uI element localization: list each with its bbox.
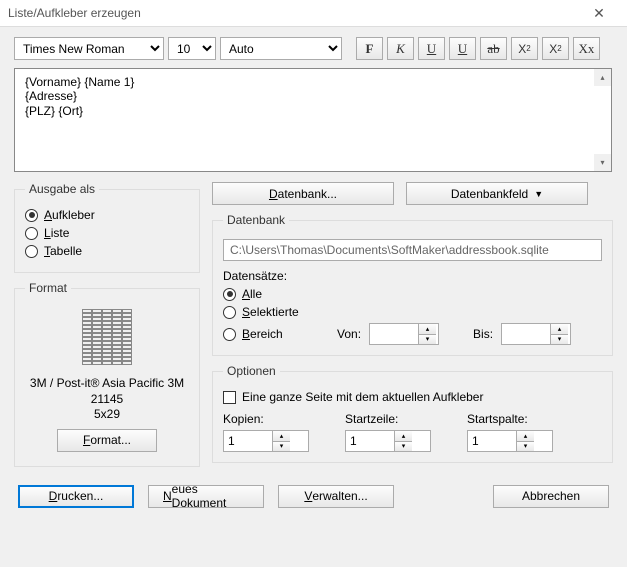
underline-button[interactable]: U [418,37,445,60]
options-group: Optionen Eine ganze Seite mit dem aktuel… [212,364,613,463]
copies-spinner[interactable]: ▴▾ [223,430,309,452]
checkbox-icon [223,391,236,404]
spin-down-icon[interactable]: ▾ [395,442,412,452]
close-icon[interactable]: ✕ [579,5,619,22]
startrow-input[interactable] [346,431,394,451]
radio-icon [25,227,38,240]
print-button[interactable]: Drucken... [18,485,134,508]
output-legend: Ausgabe als [25,182,99,196]
database-button[interactable]: Datenbank... [212,182,394,205]
scroll-down-icon[interactable]: ▾ [594,154,611,171]
copies-input[interactable] [224,431,272,451]
window-title: Liste/Aufkleber erzeugen [8,6,579,20]
template-line: {Adresse} [25,89,601,103]
spin-up-icon[interactable]: ▴ [551,324,568,335]
to-input[interactable] [502,324,550,344]
format-name: 3M / Post-it® Asia Pacific 3M 21145 5x29 [25,376,189,423]
copies-label: Kopien: [223,412,309,426]
from-input[interactable] [370,324,418,344]
startrow-label: Startzeile: [345,412,431,426]
spin-up-icon[interactable]: ▴ [419,324,436,335]
cancel-button[interactable]: Abbrechen [493,485,609,508]
to-spinner[interactable]: ▴▾ [501,323,571,345]
from-spinner[interactable]: ▴▾ [369,323,439,345]
spin-down-icon[interactable]: ▾ [517,442,534,452]
startcol-spinner[interactable]: ▴▾ [467,430,553,452]
font-size-select[interactable]: 10 [168,37,216,60]
spin-up-icon[interactable]: ▴ [273,431,290,442]
new-document-button[interactable]: Neues Dokument [148,485,264,508]
font-color-select[interactable]: Auto [220,37,342,60]
spin-down-icon[interactable]: ▾ [273,442,290,452]
manage-button[interactable]: Verwalten... [278,485,394,508]
italic-button[interactable]: K [387,37,414,60]
database-field-button[interactable]: Datenbankfeld▼ [406,182,588,205]
template-line: {PLZ} {Ort} [25,104,601,118]
double-underline-button[interactable]: U [449,37,476,60]
db-path: C:\Users\Thomas\Documents\SoftMaker\addr… [223,239,602,261]
radio-icon [25,209,38,222]
records-label: Datensätze: [223,269,602,283]
format-group: Format [14,281,200,467]
database-group: Datenbank C:\Users\Thomas\Documents\Soft… [212,213,613,356]
label-preview [25,309,189,368]
font-family-select[interactable]: Times New Roman [14,37,164,60]
superscript-button[interactable]: X2 [542,37,569,60]
spin-up-icon[interactable]: ▴ [395,431,412,442]
radio-list[interactable]: Liste [25,226,189,240]
bold-button[interactable]: F [356,37,383,60]
radio-table[interactable]: Tabelle [25,244,189,258]
spin-up-icon[interactable]: ▴ [517,431,534,442]
chevron-down-icon: ▼ [534,189,543,199]
template-line: {Vorname} {Name 1} [25,75,601,89]
template-editor[interactable]: {Vorname} {Name 1} {Adresse} {PLZ} {Ort}… [14,68,612,172]
fullpage-check[interactable]: Eine ganze Seite mit dem aktuellen Aufkl… [223,390,602,404]
radio-selected[interactable]: Selektierte [223,305,602,319]
db-legend: Datenbank [223,213,289,227]
smallcaps-button[interactable]: Xx [573,37,600,60]
radio-icon [223,328,236,341]
startcol-label: Startspalte: [467,412,553,426]
radio-icon [25,245,38,258]
strikethrough-button[interactable]: ab [480,37,507,60]
font-toolbar: Times New Roman 10 Auto F K U U ab X2 X2… [14,37,613,60]
scroll-up-icon[interactable]: ▴ [594,69,611,86]
spin-down-icon[interactable]: ▾ [551,335,568,345]
format-legend: Format [25,281,71,295]
radio-all[interactable]: Alle [223,287,602,301]
labelgrid-icon [82,309,132,365]
titlebar: Liste/Aufkleber erzeugen ✕ [0,0,627,27]
spin-down-icon[interactable]: ▾ [419,335,436,345]
from-label: Von: [337,327,361,341]
startrow-spinner[interactable]: ▴▾ [345,430,431,452]
radio-range[interactable]: Bereich [223,327,329,341]
radio-icon [223,306,236,319]
subscript-button[interactable]: X2 [511,37,538,60]
output-as-group: Ausgabe als Aufkleber Liste Tabelle [14,182,200,273]
radio-icon [223,288,236,301]
startcol-input[interactable] [468,431,516,451]
format-button[interactable]: Format... [57,429,157,452]
to-label: Bis: [473,327,493,341]
radio-labels[interactable]: Aufkleber [25,208,189,222]
options-legend: Optionen [223,364,280,378]
